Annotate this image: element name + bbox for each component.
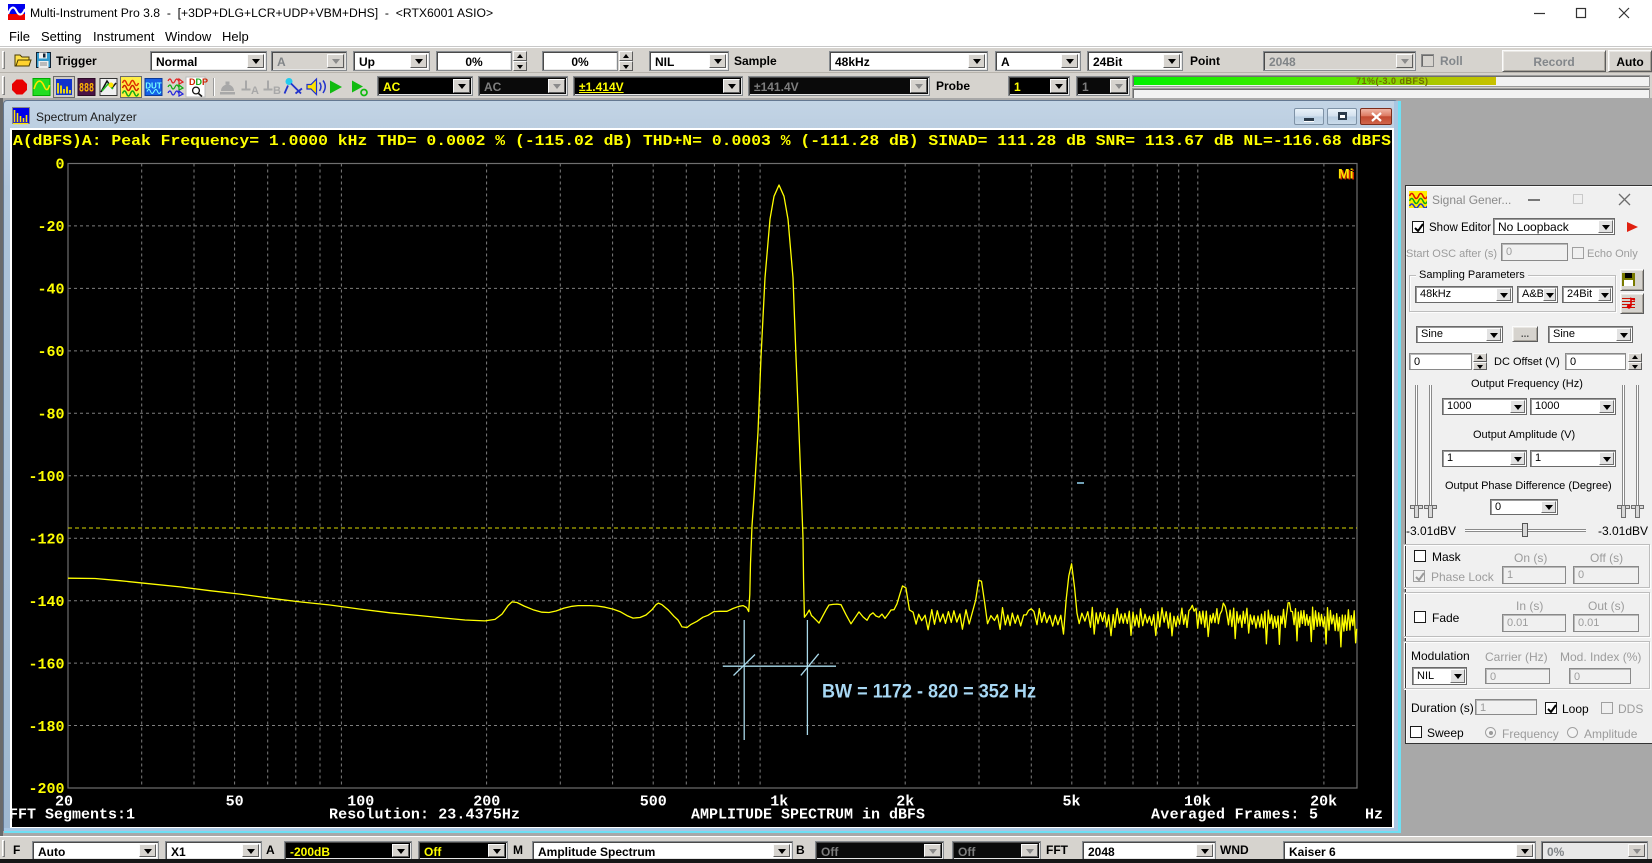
svg-text:AMPLITUDE SPECTRUM in dBFS: AMPLITUDE SPECTRUM in dBFS xyxy=(691,807,925,824)
svg-text:50: 50 xyxy=(226,794,244,811)
svg-text:0: 0 xyxy=(55,157,64,174)
svg-text:DUT: DUT xyxy=(145,82,162,91)
svg-text:Resolution: 23.4375Hz: Resolution: 23.4375Hz xyxy=(329,807,520,824)
svg-text:B: B xyxy=(273,85,281,97)
svg-text:5k: 5k xyxy=(1062,794,1080,811)
svg-text:-180: -180 xyxy=(28,719,64,736)
svg-text:-20: -20 xyxy=(37,219,64,236)
svg-text:-140: -140 xyxy=(28,594,64,611)
svg-text:Hz: Hz xyxy=(1365,807,1383,824)
svg-text:-120: -120 xyxy=(28,531,64,548)
svg-text:-80: -80 xyxy=(37,407,64,424)
svg-text:Mi: Mi xyxy=(1338,166,1354,182)
svg-text:A(dBFS)A: Peak Frequency= 1.0: A(dBFS)A: Peak Frequency= 1.0000 kHz THD… xyxy=(13,133,1391,150)
svg-text:BW = 1172 - 820 = 352 Hz: BW = 1172 - 820 = 352 Hz xyxy=(822,682,1036,703)
svg-text:888: 888 xyxy=(79,82,94,96)
svg-text:FFT Segments:1: FFT Segments:1 xyxy=(12,807,135,824)
svg-text:-160: -160 xyxy=(28,656,64,673)
svg-text:-40: -40 xyxy=(37,282,64,299)
svg-text:DDP: DDP xyxy=(189,77,208,87)
svg-text:-60: -60 xyxy=(37,344,64,361)
svg-text:Averaged Frames: 5: Averaged Frames: 5 xyxy=(1151,807,1318,824)
svg-text:-100: -100 xyxy=(28,469,64,486)
svg-text:A: A xyxy=(251,85,259,97)
svg-text:500: 500 xyxy=(640,794,667,811)
